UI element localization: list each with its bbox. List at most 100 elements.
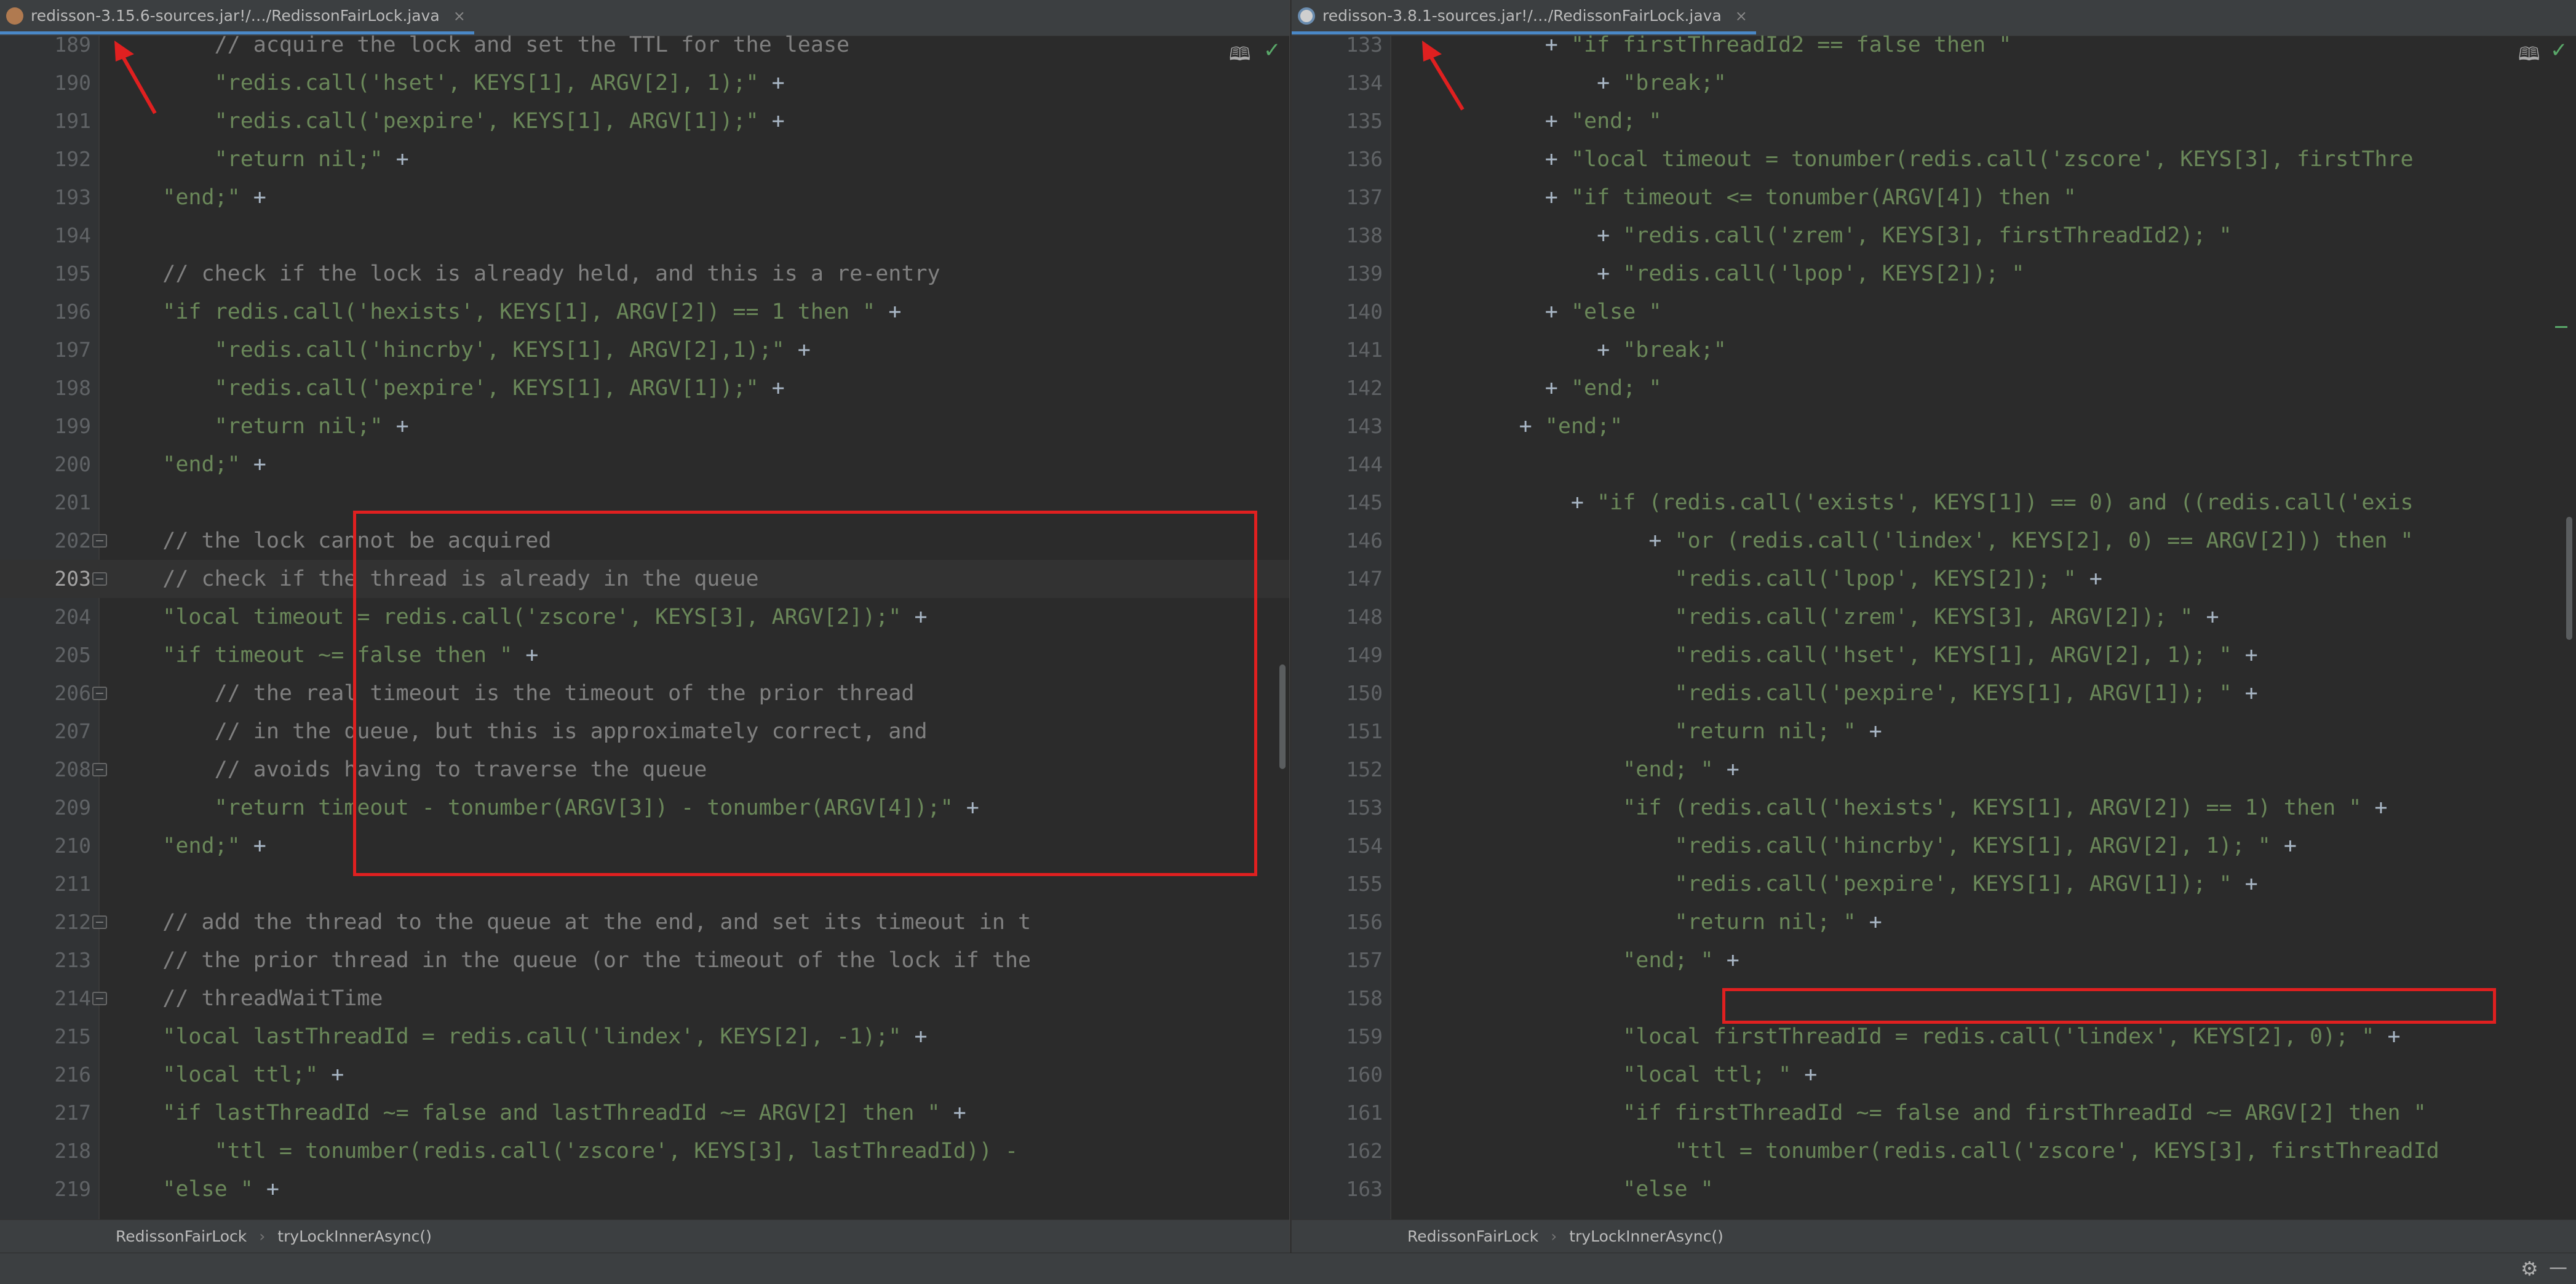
line-number[interactable]: 141 xyxy=(1292,331,1383,369)
line-number[interactable]: 161 xyxy=(1292,1094,1383,1132)
code-line[interactable]: 192 "return nil;" + xyxy=(0,140,1292,178)
code-line[interactable]: 194 xyxy=(0,217,1292,255)
right-code-area[interactable]: 133 + "if firstThreadId2 == false then "… xyxy=(1292,26,2576,1208)
code-line[interactable]: 199 "return nil;" + xyxy=(0,407,1292,445)
left-scrollbar[interactable] xyxy=(1279,664,1286,769)
line-number[interactable]: 140 xyxy=(1292,293,1383,331)
code-line[interactable]: 208 // avoids having to traverse the que… xyxy=(0,751,1292,789)
line-number[interactable]: 213 xyxy=(0,941,91,979)
line-number[interactable]: 204 xyxy=(0,598,91,636)
line-number[interactable]: 138 xyxy=(1292,217,1383,255)
breadcrumb-method[interactable]: tryLockInnerAsync() xyxy=(277,1227,432,1245)
line-number[interactable]: 142 xyxy=(1292,369,1383,407)
line-number[interactable]: 219 xyxy=(0,1170,91,1208)
code-line[interactable]: 161 "if firstThreadId ~= false and first… xyxy=(1292,1094,2576,1132)
code-line[interactable]: 212 // add the thread to the queue at th… xyxy=(0,903,1292,941)
line-number[interactable]: 155 xyxy=(1292,865,1383,903)
code-line[interactable]: 204 "local timeout = redis.call('zscore'… xyxy=(0,598,1292,636)
line-number[interactable]: 159 xyxy=(1292,1018,1383,1056)
line-number[interactable]: 210 xyxy=(0,827,91,865)
right-scrollbar[interactable] xyxy=(2566,517,2572,640)
code-line[interactable]: 202 // the lock cannot be acquired xyxy=(0,522,1292,560)
close-tab-icon[interactable]: × xyxy=(453,7,466,25)
line-number[interactable]: 214 xyxy=(0,979,91,1018)
code-line[interactable]: 153 "if (redis.call('hexists', KEYS[1], … xyxy=(1292,789,2576,827)
fold-marker-icon[interactable] xyxy=(92,534,107,548)
line-number[interactable]: 193 xyxy=(0,178,91,217)
line-number[interactable]: 156 xyxy=(1292,903,1383,941)
line-number[interactable]: 206 xyxy=(0,674,91,712)
close-tab-icon[interactable]: × xyxy=(1735,7,1747,25)
line-number[interactable]: 215 xyxy=(0,1018,91,1056)
minimize-icon[interactable]: — xyxy=(2549,1257,2567,1278)
code-line[interactable]: 158 xyxy=(1292,979,2576,1018)
fold-marker-icon[interactable] xyxy=(92,915,107,929)
line-number[interactable]: 191 xyxy=(0,102,91,140)
code-line[interactable]: 136 + "local timeout = tonumber(redis.ca… xyxy=(1292,140,2576,178)
code-line[interactable]: 191 "redis.call('pexpire', KEYS[1], ARGV… xyxy=(0,102,1292,140)
line-number[interactable]: 148 xyxy=(1292,598,1383,636)
line-number[interactable]: 146 xyxy=(1292,522,1383,560)
code-line[interactable]: 217 "if lastThreadId ~= false and lastTh… xyxy=(0,1094,1292,1132)
code-line[interactable]: 138 + "redis.call('zrem', KEYS[3], first… xyxy=(1292,217,2576,255)
line-number[interactable]: 144 xyxy=(1292,445,1383,484)
code-line[interactable]: 134 + "break;" xyxy=(1292,64,2576,102)
check-icon[interactable]: ✓ xyxy=(1263,38,1281,63)
code-line[interactable]: 200 "end;" + xyxy=(0,445,1292,484)
line-number[interactable]: 134 xyxy=(1292,64,1383,102)
line-number[interactable]: 209 xyxy=(0,789,91,827)
line-number[interactable]: 153 xyxy=(1292,789,1383,827)
code-line[interactable]: 151 "return nil; " + xyxy=(1292,712,2576,751)
line-number[interactable]: 149 xyxy=(1292,636,1383,674)
line-number[interactable]: 163 xyxy=(1292,1170,1383,1208)
code-line[interactable]: 147 "redis.call('lpop', KEYS[2]); " + xyxy=(1292,560,2576,598)
breadcrumb-class[interactable]: RedissonFairLock xyxy=(1407,1227,1538,1245)
line-number[interactable]: 198 xyxy=(0,369,91,407)
line-number[interactable]: 196 xyxy=(0,293,91,331)
line-number[interactable]: 150 xyxy=(1292,674,1383,712)
code-line[interactable]: 146 + "or (redis.call('lindex', KEYS[2],… xyxy=(1292,522,2576,560)
code-line[interactable]: 218 "ttl = tonumber(redis.call('zscore',… xyxy=(0,1132,1292,1170)
code-line[interactable]: 141 + "break;" xyxy=(1292,331,2576,369)
code-line[interactable]: 189 // acquire the lock and set the TTL … xyxy=(0,26,1292,64)
code-line[interactable]: 193 "end;" + xyxy=(0,178,1292,217)
code-line[interactable]: 133 + "if firstThreadId2 == false then " xyxy=(1292,26,2576,64)
breadcrumb-method[interactable]: tryLockInnerAsync() xyxy=(1569,1227,1723,1245)
line-number[interactable]: 139 xyxy=(1292,255,1383,293)
check-icon[interactable]: ✓ xyxy=(2550,38,2568,63)
line-number[interactable]: 203 xyxy=(0,560,91,598)
line-number[interactable]: 147 xyxy=(1292,560,1383,598)
line-number[interactable]: 199 xyxy=(0,407,91,445)
code-line[interactable]: 150 "redis.call('pexpire', KEYS[1], ARGV… xyxy=(1292,674,2576,712)
code-line[interactable]: 215 "local lastThreadId = redis.call('li… xyxy=(0,1018,1292,1056)
fold-marker-icon[interactable] xyxy=(92,687,107,700)
line-number[interactable]: 202 xyxy=(0,522,91,560)
code-line[interactable]: 190 "redis.call('hset', KEYS[1], ARGV[2]… xyxy=(0,64,1292,102)
line-number[interactable]: 194 xyxy=(0,217,91,255)
gear-icon[interactable]: ⚙ xyxy=(2521,1257,2538,1280)
code-line[interactable]: 149 "redis.call('hset', KEYS[1], ARGV[2]… xyxy=(1292,636,2576,674)
code-line[interactable]: 198 "redis.call('pexpire', KEYS[1], ARGV… xyxy=(0,369,1292,407)
code-line[interactable]: 148 "redis.call('zrem', KEYS[3], ARGV[2]… xyxy=(1292,598,2576,636)
line-number[interactable]: 137 xyxy=(1292,178,1383,217)
code-line[interactable]: 142 + "end; " xyxy=(1292,369,2576,407)
line-number[interactable]: 152 xyxy=(1292,751,1383,789)
fold-marker-icon[interactable] xyxy=(92,763,107,776)
code-line[interactable]: 152 "end; " + xyxy=(1292,751,2576,789)
line-number[interactable]: 207 xyxy=(0,712,91,751)
code-line[interactable]: 137 + "if timeout <= tonumber(ARGV[4]) t… xyxy=(1292,178,2576,217)
code-line[interactable]: 145 + "if (redis.call('exists', KEYS[1])… xyxy=(1292,484,2576,522)
line-number[interactable]: 201 xyxy=(0,484,91,522)
breadcrumb-class[interactable]: RedissonFairLock xyxy=(116,1227,247,1245)
code-line[interactable]: 214 // threadWaitTime xyxy=(0,979,1292,1018)
code-line[interactable]: 206 // the real timeout is the timeout o… xyxy=(0,674,1292,712)
line-number[interactable]: 190 xyxy=(0,64,91,102)
code-line[interactable]: 207 // in the queue, but this is approxi… xyxy=(0,712,1292,751)
code-line[interactable]: 154 "redis.call('hincrby', KEYS[1], ARGV… xyxy=(1292,827,2576,865)
line-number[interactable]: 160 xyxy=(1292,1056,1383,1094)
line-number[interactable]: 145 xyxy=(1292,484,1383,522)
fold-marker-icon[interactable] xyxy=(92,572,107,586)
code-line[interactable]: 159 "local firstThreadId = redis.call('l… xyxy=(1292,1018,2576,1056)
code-line[interactable]: 157 "end; " + xyxy=(1292,941,2576,979)
code-line[interactable]: 203 // check if the thread is already in… xyxy=(0,560,1292,598)
